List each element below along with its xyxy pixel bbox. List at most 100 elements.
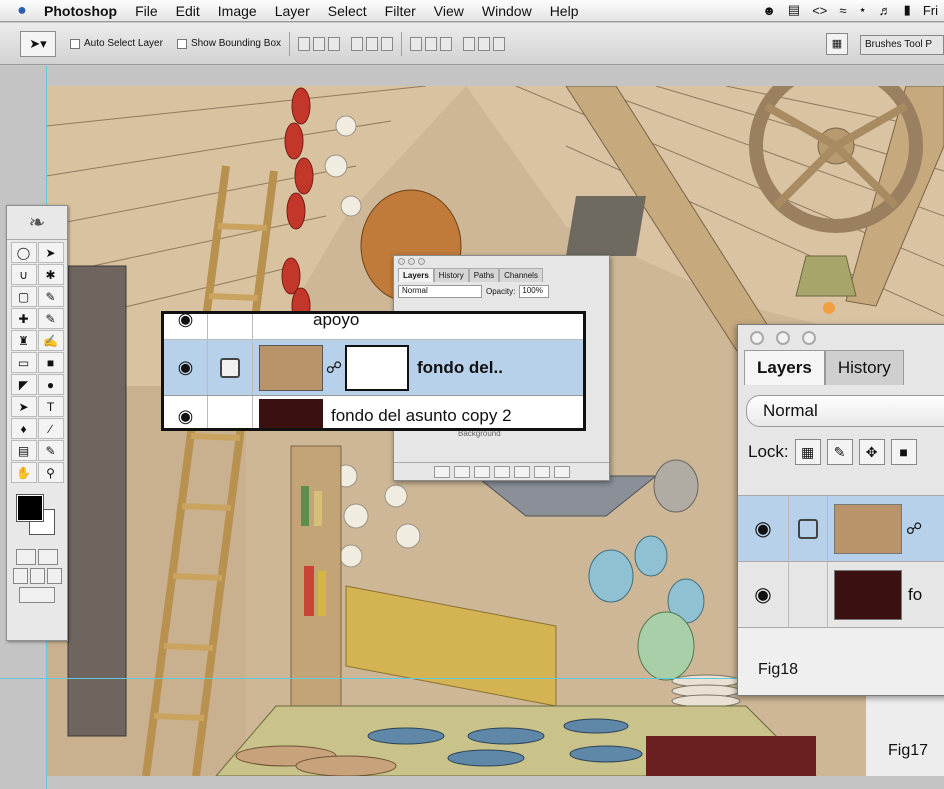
- menu-window[interactable]: Window: [482, 3, 532, 19]
- menu-edit[interactable]: Edit: [176, 3, 200, 19]
- layer-row[interactable]: ◉ apoyo: [164, 314, 583, 340]
- link-chain-icon[interactable]: ☍: [902, 519, 922, 539]
- visibility-eye-icon[interactable]: ◉: [738, 516, 788, 541]
- tab-channels[interactable]: Channels: [499, 268, 543, 282]
- lasso-tool-icon[interactable]: ∪: [10, 264, 37, 285]
- palette-toggle-icon[interactable]: ▦: [826, 33, 848, 55]
- apple-menu-icon[interactable]: ●: [0, 2, 44, 20]
- link-icon[interactable]: [433, 465, 450, 478]
- user-icon[interactable]: ☻: [762, 3, 776, 18]
- standard-screen-icon[interactable]: [12, 568, 28, 584]
- distribute-right-icon[interactable]: [493, 36, 506, 51]
- add-mask-icon[interactable]: [473, 465, 490, 478]
- menu-layer[interactable]: Layer: [275, 3, 310, 19]
- visibility-eye-icon[interactable]: ◉: [164, 340, 208, 395]
- blur-tool-icon[interactable]: ◤: [10, 374, 37, 395]
- battery-icon[interactable]: ▮: [904, 2, 911, 18]
- tab-paths[interactable]: Paths: [468, 268, 500, 282]
- layer-row-selected[interactable]: ◉ ☍ fondo del..: [164, 340, 583, 396]
- tab-layers[interactable]: Layers: [398, 268, 434, 282]
- new-layer-icon[interactable]: [533, 465, 550, 478]
- trash-icon[interactable]: [553, 465, 570, 478]
- menu-clock[interactable]: Fri: [923, 3, 938, 18]
- link-chain-icon[interactable]: ☍: [323, 358, 345, 378]
- stamp-tool-icon[interactable]: ♜: [10, 330, 37, 351]
- brush-tool-icon[interactable]: ✎: [37, 308, 64, 329]
- move-tool-icon[interactable]: ➤: [37, 242, 64, 263]
- adjustment-icon[interactable]: [513, 465, 530, 478]
- blend-mode-select[interactable]: Normal: [398, 285, 482, 298]
- zoom-tool-icon[interactable]: ⚲: [37, 462, 64, 483]
- gradient-tool-icon[interactable]: ■: [37, 352, 64, 373]
- full-screen-icon[interactable]: [46, 568, 62, 584]
- align-left-icon[interactable]: [351, 36, 364, 51]
- layer-row-selected[interactable]: ◉ ☍: [738, 495, 944, 561]
- slice-tool-icon[interactable]: ✎: [37, 286, 64, 307]
- healing-brush-tool-icon[interactable]: ✚: [10, 308, 37, 329]
- dodge-tool-icon[interactable]: ●: [37, 374, 64, 395]
- distribute-vcenter-icon[interactable]: [425, 36, 438, 51]
- eraser-tool-icon[interactable]: ▭: [10, 352, 37, 373]
- eyedropper-tool-icon[interactable]: ✎: [37, 440, 64, 461]
- layer-mask-indicator[interactable]: [788, 496, 828, 561]
- quick-mask-mode-icon[interactable]: [38, 549, 58, 565]
- zoom-icon[interactable]: [802, 331, 816, 345]
- pen-tool-icon[interactable]: ♦: [10, 418, 37, 439]
- palette-well[interactable]: Brushes Tool P: [860, 35, 944, 55]
- history-brush-tool-icon[interactable]: ✍: [37, 330, 64, 351]
- marquee-tool-icon[interactable]: ◯: [10, 242, 37, 263]
- layer-mask-indicator[interactable]: [208, 340, 253, 395]
- align-hcenter-icon[interactable]: [366, 36, 379, 51]
- align-vcenter-icon[interactable]: [313, 36, 326, 51]
- layer-row[interactable]: ◉ fo: [738, 561, 944, 627]
- distribute-top-icon[interactable]: [410, 36, 423, 51]
- lock-transparency-icon[interactable]: ▦: [794, 439, 821, 465]
- show-bounding-box-checkbox[interactable]: Show Bounding Box: [176, 38, 281, 49]
- tool-preset-picker[interactable]: ➤▾: [20, 30, 56, 57]
- menu-select[interactable]: Select: [328, 3, 367, 19]
- hand-tool-icon[interactable]: ✋: [10, 462, 37, 483]
- distribute-hcenter-icon[interactable]: [478, 36, 491, 51]
- align-right-icon[interactable]: [381, 36, 394, 51]
- crop-tool-icon[interactable]: ▢: [10, 286, 37, 307]
- visibility-eye-icon[interactable]: ◉: [164, 396, 208, 428]
- lock-paint-icon[interactable]: ✎: [826, 439, 853, 465]
- full-screen-menu-icon[interactable]: [29, 568, 45, 584]
- notes-tool-icon[interactable]: ▤: [10, 440, 37, 461]
- tab-history[interactable]: History: [824, 350, 904, 385]
- lock-all-icon[interactable]: ■: [890, 439, 917, 465]
- lock-position-icon[interactable]: ✥: [858, 439, 885, 465]
- opacity-field[interactable]: 100%: [519, 285, 550, 298]
- close-icon[interactable]: [750, 331, 764, 345]
- code-icon[interactable]: <>: [812, 3, 827, 18]
- menu-file[interactable]: File: [135, 3, 158, 19]
- menu-filter[interactable]: Filter: [385, 3, 416, 19]
- align-top-icon[interactable]: [298, 36, 311, 51]
- minimize-icon[interactable]: [776, 331, 790, 345]
- script-icon[interactable]: ▤: [788, 2, 800, 18]
- visibility-eye-icon[interactable]: ◉: [164, 314, 208, 339]
- distribute-bottom-icon[interactable]: [440, 36, 453, 51]
- new-set-icon[interactable]: [493, 465, 510, 478]
- align-bottom-icon[interactable]: [328, 36, 341, 51]
- type-tool-icon[interactable]: T: [37, 396, 64, 417]
- tab-history[interactable]: History: [433, 268, 469, 282]
- magic-wand-tool-icon[interactable]: ✱: [37, 264, 64, 285]
- layer-style-icon[interactable]: [453, 465, 470, 478]
- visibility-eye-icon[interactable]: ◉: [738, 582, 788, 607]
- path-selection-tool-icon[interactable]: ➤: [10, 396, 37, 417]
- menu-image[interactable]: Image: [218, 3, 257, 19]
- foreground-color-swatch[interactable]: [16, 494, 44, 522]
- tab-layers[interactable]: Layers: [744, 350, 825, 385]
- wifi-icon[interactable]: ≈: [839, 3, 846, 18]
- menu-help[interactable]: Help: [550, 3, 579, 19]
- blend-mode-select[interactable]: Normal: [746, 395, 944, 427]
- line-tool-icon[interactable]: ∕: [37, 418, 64, 439]
- standard-mode-icon[interactable]: [16, 549, 36, 565]
- auto-select-layer-checkbox[interactable]: Auto Select Layer: [70, 38, 163, 49]
- layer-row[interactable]: ◉ fondo del asunto copy 2: [164, 396, 583, 428]
- zoom-icon[interactable]: [418, 258, 425, 265]
- menu-app-name[interactable]: Photoshop: [44, 3, 117, 19]
- volume-icon[interactable]: ♬: [879, 3, 892, 18]
- mask-thumbnail[interactable]: [345, 344, 409, 391]
